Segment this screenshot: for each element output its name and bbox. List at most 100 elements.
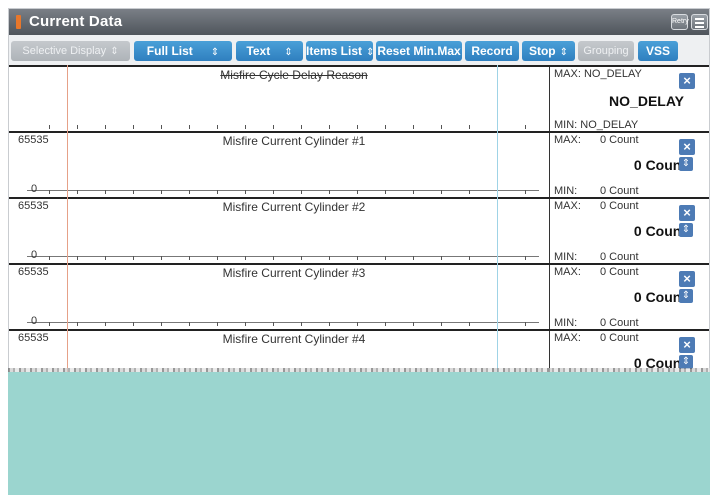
row-info: MAX: 0 Count 0 Count MIN: 0 Count × ⇕ — [549, 199, 709, 265]
row-title: Misfire Current Cylinder #2 — [222, 200, 366, 214]
axis-tick — [273, 256, 274, 260]
max-label: MAX: — [554, 134, 581, 146]
axis-tick — [413, 256, 414, 260]
close-icon[interactable]: × — [679, 205, 695, 221]
items-list-button[interactable]: Items List ⇕ — [306, 41, 374, 61]
data-row[interactable]: Misfire Cycle Delay Reason MAX: NO_DELAY… — [9, 65, 709, 133]
axis-tick — [189, 256, 190, 260]
selective-display-button[interactable]: Selective Display ⇕ — [11, 41, 130, 61]
max-value: 0 Count — [600, 200, 639, 212]
min-value: 0 Count — [600, 317, 639, 329]
axis-tick — [385, 125, 386, 129]
axis-tick — [77, 256, 78, 260]
close-icon[interactable]: × — [679, 271, 695, 287]
max-value: 0 Count — [600, 266, 639, 278]
axis-tick — [189, 322, 190, 326]
baseline — [27, 256, 539, 257]
menu-button[interactable] — [691, 14, 708, 30]
axis-tick — [385, 322, 386, 326]
full-list-button[interactable]: Full List ⇕ — [134, 41, 232, 61]
scroll-arrows-icon[interactable]: ⇕ — [679, 223, 693, 237]
spinner-icon: ⇕ — [110, 46, 119, 57]
stop-button[interactable]: Stop ⇕ — [522, 41, 575, 61]
min-text: MIN: 0 Count — [554, 251, 639, 263]
axis-tick — [105, 256, 106, 260]
axis-tick — [217, 256, 218, 260]
scroll-arrows-icon[interactable]: ⇕ — [679, 289, 693, 303]
axis-tick — [301, 256, 302, 260]
axis-tick — [469, 256, 470, 260]
flag-icon — [16, 15, 21, 29]
min-text: MIN: 0 Count — [554, 185, 639, 197]
reset-min-max-button[interactable]: Reset Min.Max — [376, 41, 462, 61]
axis-tick — [357, 322, 358, 326]
vss-button[interactable]: VSS — [638, 41, 678, 61]
text-label: Text — [246, 44, 271, 58]
baseline — [27, 322, 539, 323]
axis-tick — [245, 125, 246, 129]
axis-tick — [105, 190, 106, 194]
max-text: MAX: 0 Count — [554, 134, 639, 146]
axis-tick — [441, 125, 442, 129]
data-row[interactable]: 65535 Misfire Current Cylinder #2 0 MAX:… — [9, 197, 709, 265]
spinner-icon: ⇕ — [284, 47, 293, 58]
axis-tick — [273, 190, 274, 194]
max-text: MAX: 0 Count — [554, 332, 639, 344]
overlay-panel — [8, 372, 710, 495]
data-row[interactable]: 65535 Misfire Current Cylinder #3 0 MAX:… — [9, 263, 709, 331]
axis-tick — [77, 125, 78, 129]
max-text: MAX: 0 Count — [554, 266, 639, 278]
scroll-arrows-icon[interactable]: ⇕ — [679, 355, 693, 369]
record-button[interactable]: Record — [465, 41, 519, 61]
axis-tick — [105, 125, 106, 129]
close-icon[interactable]: × — [679, 337, 695, 353]
axis-tick — [77, 190, 78, 194]
max-text: MAX: 0 Count — [554, 200, 639, 212]
max-label: MAX: — [554, 332, 581, 344]
row-info: MAX: 0 Count 0 Count MIN: 0 Count × ⇕ — [549, 265, 709, 331]
close-icon[interactable]: × — [679, 139, 695, 155]
max-value: NO_DELAY — [583, 68, 642, 80]
items-list-label: Items List — [306, 44, 363, 58]
stop-label: Stop — [528, 44, 556, 58]
y-min-label: 0 — [31, 249, 38, 261]
close-icon[interactable]: × — [679, 73, 695, 89]
row-info: MAX: 0 Count 0 Count MIN: 0 Count × ⇕ — [549, 133, 709, 199]
scroll-arrows-icon[interactable]: ⇕ — [679, 157, 693, 171]
axis-tick — [133, 190, 134, 194]
retry-button[interactable]: Retry — [671, 14, 689, 30]
min-text: MIN: NO_DELAY — [554, 119, 638, 131]
grouping-button[interactable]: Grouping — [578, 41, 634, 61]
axis-tick — [189, 125, 190, 129]
axis-tick — [301, 322, 302, 326]
axis-tick — [273, 322, 274, 326]
axis-tick — [525, 125, 526, 129]
selective-display-label: Selective Display — [22, 45, 107, 57]
max-value: 0 Count — [600, 332, 639, 344]
full-list-label: Full List — [146, 44, 193, 58]
toolbar: Selective Display ⇕ Full List ⇕ Text ⇕ Item… — [9, 35, 709, 65]
axis-tick — [329, 190, 330, 194]
max-label: MAX: — [554, 266, 581, 278]
axis-tick — [49, 190, 50, 194]
axis-tick — [161, 125, 162, 129]
min-label: MIN: — [554, 119, 578, 131]
axis-tick — [413, 322, 414, 326]
axis-tick — [301, 125, 302, 129]
axis-tick — [245, 256, 246, 260]
axis-tick — [189, 190, 190, 194]
axis-tick — [441, 322, 442, 326]
blue-cursor-line[interactable] — [497, 65, 498, 385]
axis-tick — [357, 190, 358, 194]
title-bar: Current Data Retry — [9, 9, 709, 35]
axis-tick — [133, 125, 134, 129]
axis-tick — [413, 125, 414, 129]
row-info: MAX: NO_DELAY NO_DELAY MIN: NO_DELAY × — [549, 67, 709, 133]
axis-tick — [273, 125, 274, 129]
data-row[interactable]: 65535 Misfire Current Cylinder #1 0 MAX:… — [9, 131, 709, 199]
axis-tick — [161, 322, 162, 326]
axis-tick — [525, 322, 526, 326]
min-value: 0 Count — [600, 251, 639, 263]
red-cursor-line[interactable] — [67, 65, 68, 385]
text-button[interactable]: Text ⇕ — [236, 41, 303, 61]
